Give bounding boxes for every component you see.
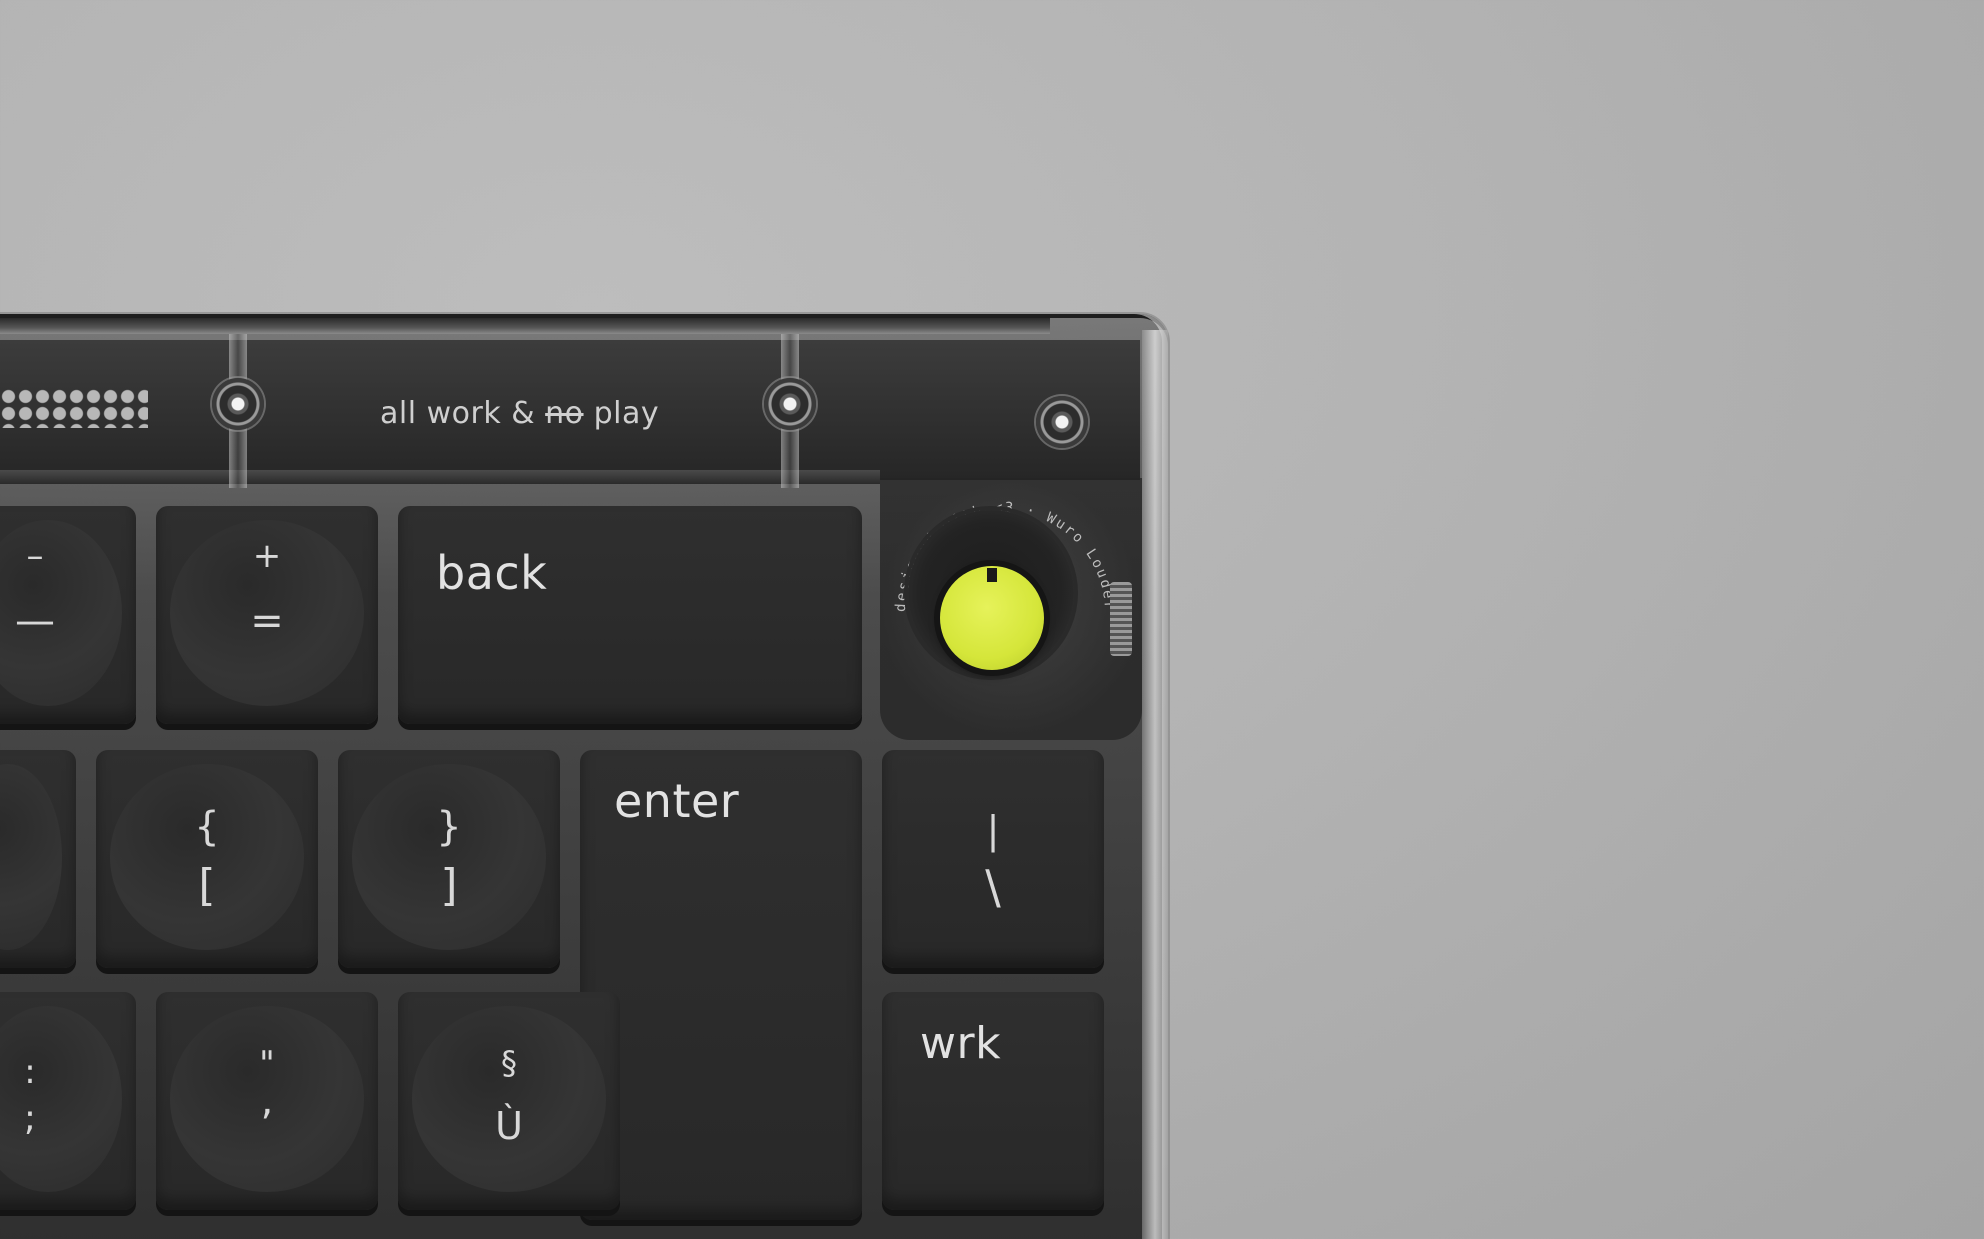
key-pipe[interactable]: | \ xyxy=(882,750,1104,968)
tagline-before: all work & xyxy=(380,396,546,431)
tagline-after: play xyxy=(583,396,660,431)
key-dish xyxy=(352,764,546,950)
key-section[interactable]: § Ù xyxy=(398,992,620,1210)
key-legend-top: { xyxy=(194,804,220,850)
key-legend-bottom: — xyxy=(15,598,55,644)
screw-icon xyxy=(212,378,264,430)
key-legend-bottom: = xyxy=(250,598,284,644)
screw-icon xyxy=(764,378,816,430)
tagline: all work & no play xyxy=(380,396,659,431)
key-legend-bottom: \ xyxy=(985,860,1001,914)
key-dish xyxy=(0,764,62,950)
case-right-edge xyxy=(1142,330,1168,1239)
key-legend-top: | xyxy=(986,808,1000,852)
keyboard-scene: all work & no play designed with <3 · Wu… xyxy=(0,0,1984,1239)
key-legend-top: + xyxy=(252,536,282,576)
case-top-edge xyxy=(0,318,1050,334)
key-brace-close[interactable]: } ] xyxy=(338,750,560,968)
key-dish xyxy=(110,764,304,950)
key-wrk[interactable]: wrk xyxy=(882,992,1104,1210)
key-legend-top: – xyxy=(26,536,44,576)
key-legend-bottom: [ xyxy=(198,860,216,911)
key-enter[interactable]: enter xyxy=(580,750,862,1220)
key-partial-left[interactable] xyxy=(0,750,76,968)
tagline-struck: no xyxy=(545,396,584,431)
key-brace-open[interactable]: { [ xyxy=(96,750,318,968)
key-legend-bottom: ; xyxy=(23,1098,37,1139)
key-legend-top: § xyxy=(501,1044,517,1082)
key-equals[interactable]: + = xyxy=(156,506,378,724)
encoder-ridge xyxy=(1110,582,1132,656)
key-legend-bottom: , xyxy=(260,1078,274,1124)
key-legend-bottom: ] xyxy=(440,860,458,911)
key-label: enter xyxy=(614,774,740,828)
knob-indicator-mark xyxy=(987,568,997,582)
key-legend-top: } xyxy=(436,804,462,850)
key-minus[interactable]: – — xyxy=(0,506,136,724)
key-back[interactable]: back xyxy=(398,506,862,724)
key-legend-bottom: Ù xyxy=(495,1104,523,1148)
key-legend-top: : xyxy=(24,1052,36,1092)
checker-pattern xyxy=(0,388,148,428)
key-dish xyxy=(412,1006,606,1192)
key-label: wrk xyxy=(920,1018,1002,1069)
plate-rail xyxy=(0,470,880,484)
screw-icon xyxy=(1036,396,1088,448)
key-label: back xyxy=(436,546,548,600)
key-quote[interactable]: " , xyxy=(156,992,378,1210)
key-colon[interactable]: : ; xyxy=(0,992,136,1210)
